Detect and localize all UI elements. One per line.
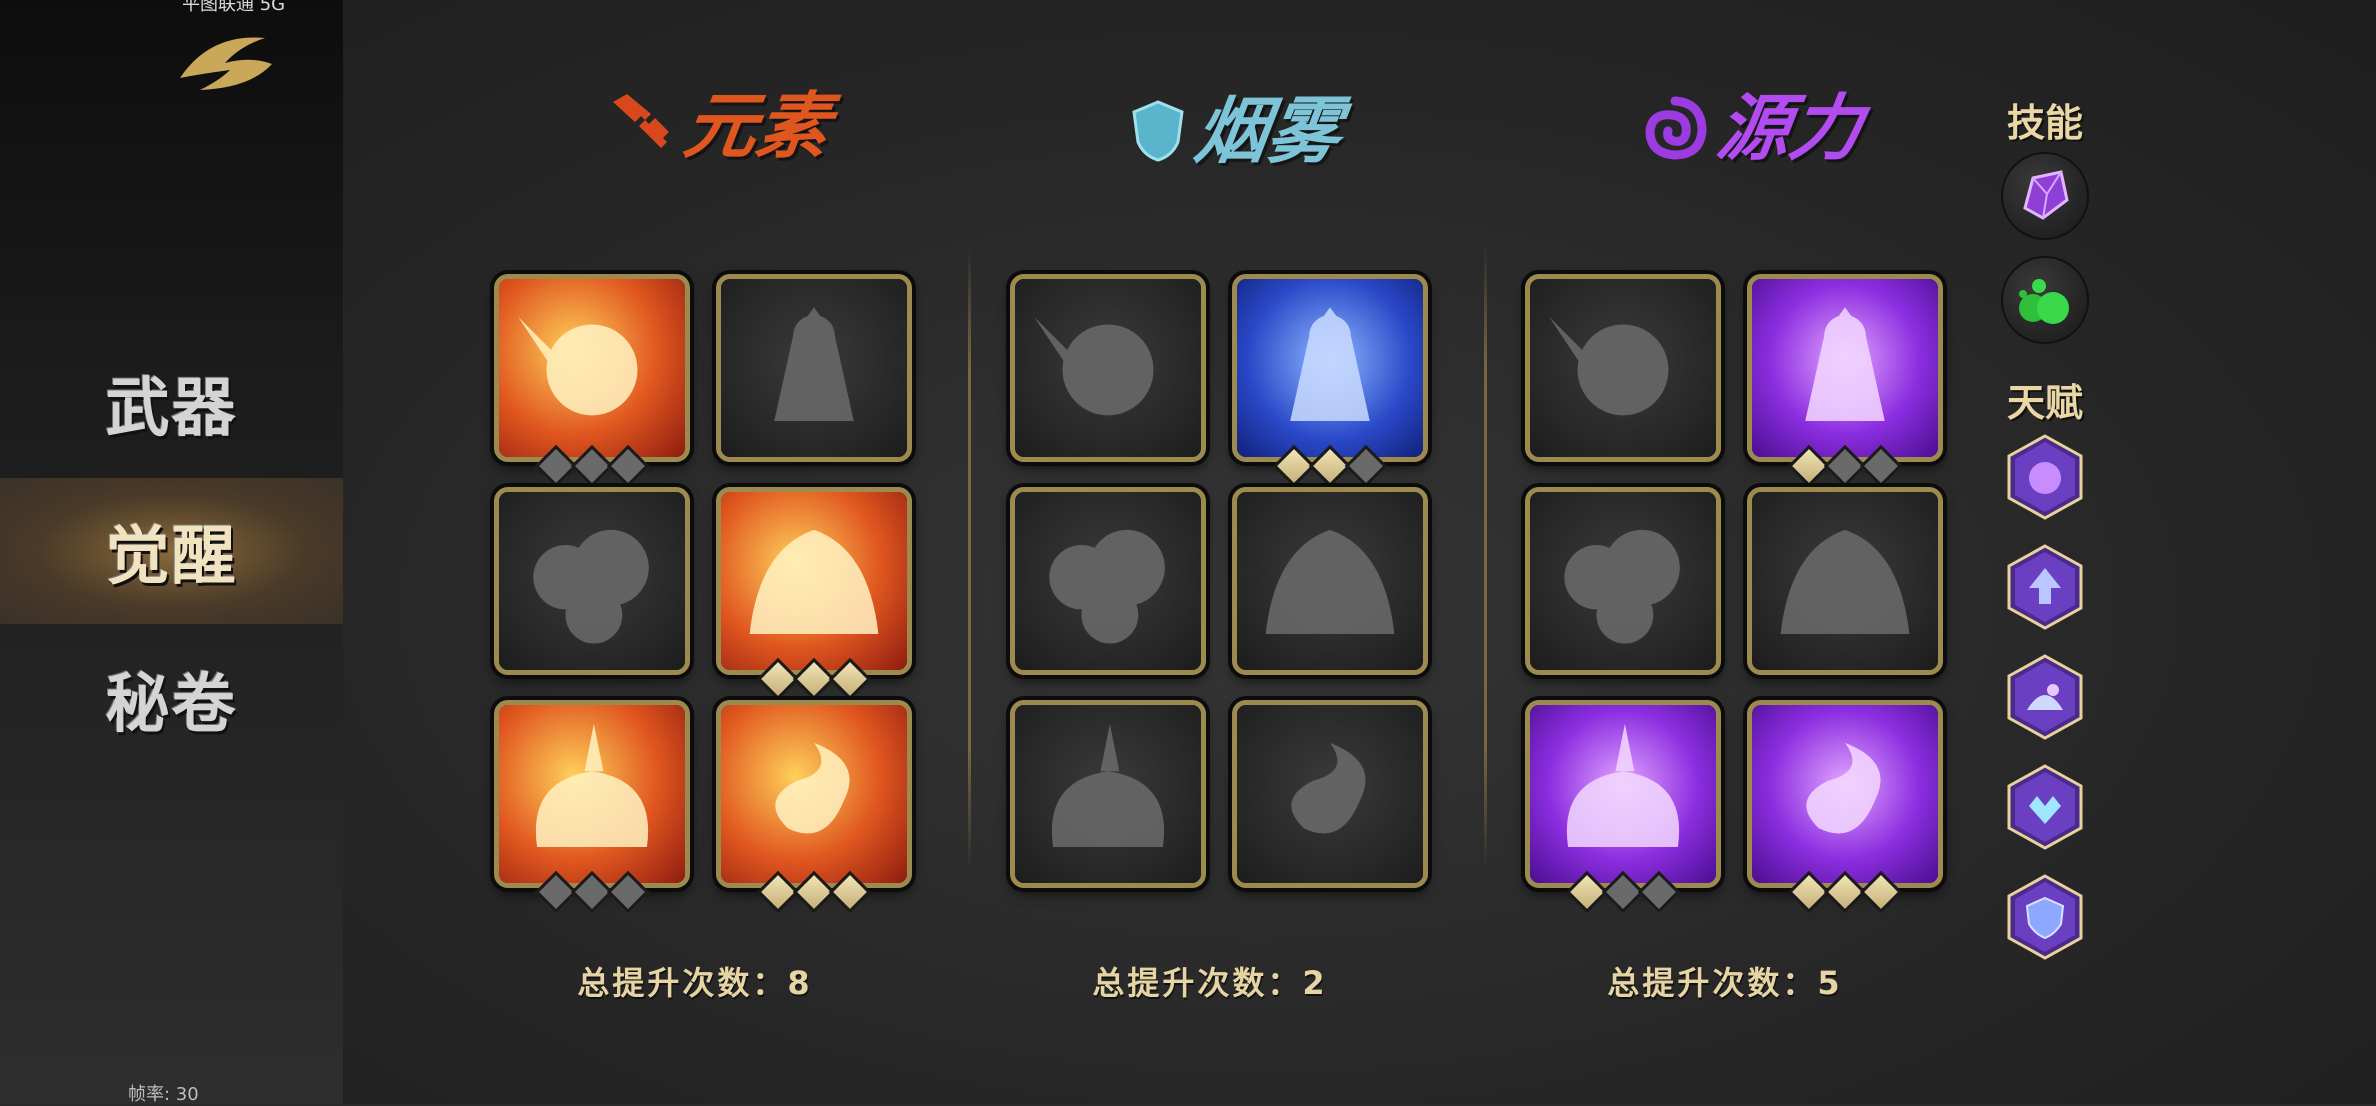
- column-header-element: 元素: [605, 83, 835, 168]
- column-header-smoke: 烟雾: [1128, 88, 1346, 173]
- nav-weapon[interactable]: 武器: [0, 330, 343, 476]
- void-sphere-talent-icon: [2007, 434, 2083, 520]
- smoke-burst-icon: [499, 492, 685, 670]
- sidebar: 平图联通 5G 武器 觉醒 秘卷 帧率: 30: [0, 0, 343, 1105]
- silhouette-warrior-icon: [721, 279, 907, 457]
- shield-icon: [1132, 100, 1184, 162]
- column-title: 烟雾: [1190, 88, 1347, 173]
- crystal-talent-icon: [2007, 764, 2083, 850]
- talent-slot[interactable]: [2005, 872, 2085, 962]
- dark-burst-icon: [1752, 492, 1938, 670]
- flame-spirit-icon: [1015, 705, 1201, 883]
- skill-slot[interactable]: [1525, 274, 1721, 462]
- talents-label: 天赋: [2006, 381, 2083, 425]
- skills-label: 技能: [2006, 101, 2083, 145]
- level-pip: [606, 870, 650, 914]
- total-upgrades-smoke: 总提升次数：2: [1092, 964, 1328, 1002]
- column-title: 元素: [679, 83, 836, 168]
- stopwatch-icon: [1530, 279, 1716, 457]
- column-header-source: 源力: [1640, 85, 1868, 170]
- crouch-figure-icon: [1237, 492, 1423, 670]
- void-crystal-icon: [2023, 170, 2069, 220]
- void-orb-icon: [1752, 279, 1938, 457]
- total-upgrades-source: 总提升次数：5: [1607, 964, 1843, 1002]
- green-slime-icon: [2019, 279, 2069, 324]
- shield-talent-icon: [2007, 874, 2083, 960]
- skill-slot[interactable]: [716, 700, 912, 914]
- smoke-cloud-icon: [1237, 705, 1423, 883]
- level-pip: [828, 870, 872, 914]
- fps-counter: 帧率: 30: [128, 1084, 199, 1105]
- skill-slot[interactable]: [1232, 274, 1428, 488]
- level-pip: [1859, 870, 1903, 914]
- explosion-slash-icon: [499, 279, 685, 457]
- column-divider: [1484, 245, 1487, 870]
- level-pip: [606, 444, 650, 488]
- nav-awaken[interactable]: 觉醒: [0, 478, 343, 624]
- dome-talent-icon: [2007, 654, 2083, 740]
- skill-slot[interactable]: [716, 274, 912, 462]
- void-mask-icon: [1752, 705, 1938, 883]
- flame-crack-icon: [721, 492, 907, 670]
- bomb-icon: [1015, 279, 1201, 457]
- talent-slot[interactable]: [2005, 762, 2085, 852]
- level-pips: [1787, 870, 1903, 914]
- spiral-orbs-icon: [1530, 492, 1716, 670]
- skill-void-crystal[interactable]: [2003, 154, 2087, 238]
- swirl-blossom-icon: [721, 705, 907, 883]
- skill-slot[interactable]: [1747, 274, 1943, 488]
- skill-green-slime[interactable]: [2003, 258, 2087, 342]
- level-pips: [534, 444, 650, 488]
- skill-slot[interactable]: [1232, 700, 1428, 888]
- nav-scroll[interactable]: 秘卷: [0, 626, 343, 772]
- skill-slot[interactable]: [1747, 487, 1943, 675]
- game-logo-icon: [180, 37, 272, 90]
- column-title: 源力: [1712, 85, 1869, 170]
- swirl-icon: [1645, 96, 1707, 160]
- skill-slot[interactable]: [1232, 487, 1428, 675]
- level-pip: [1344, 444, 1388, 488]
- talent-slot[interactable]: [2005, 432, 2085, 522]
- sword-icon: [613, 94, 669, 148]
- dash-slash-icon: [1015, 492, 1201, 670]
- level-pips: [756, 657, 872, 701]
- level-pips: [1787, 444, 1903, 488]
- up-arrow-talent-icon: [2007, 544, 2083, 630]
- level-pips: [1565, 870, 1681, 914]
- skill-slot[interactable]: [1747, 700, 1943, 914]
- void-arrow-icon: [1530, 705, 1716, 883]
- level-pip: [828, 657, 872, 701]
- skill-slot[interactable]: [494, 274, 690, 488]
- level-pip: [1637, 870, 1681, 914]
- skill-slot[interactable]: [494, 487, 690, 675]
- talent-slot[interactable]: [2005, 542, 2085, 632]
- column-divider: [968, 245, 971, 870]
- skill-slot[interactable]: [1010, 700, 1206, 888]
- level-pips: [1272, 444, 1388, 488]
- skill-slot[interactable]: [494, 700, 690, 914]
- level-pips: [534, 870, 650, 914]
- level-pip: [1859, 444, 1903, 488]
- lightning-cloud-icon: [499, 705, 685, 883]
- status-text: 平图联通 5G: [182, 0, 286, 15]
- talent-slot[interactable]: [2005, 652, 2085, 742]
- skill-slot[interactable]: [1525, 487, 1721, 675]
- skill-slot[interactable]: [1010, 274, 1206, 462]
- level-pips: [756, 870, 872, 914]
- total-upgrades-element: 总提升次数：8: [577, 964, 813, 1002]
- skill-slot[interactable]: [1010, 487, 1206, 675]
- skill-slot[interactable]: [1525, 700, 1721, 914]
- vortex-fist-icon: [1237, 279, 1423, 457]
- skill-slot[interactable]: [716, 487, 912, 701]
